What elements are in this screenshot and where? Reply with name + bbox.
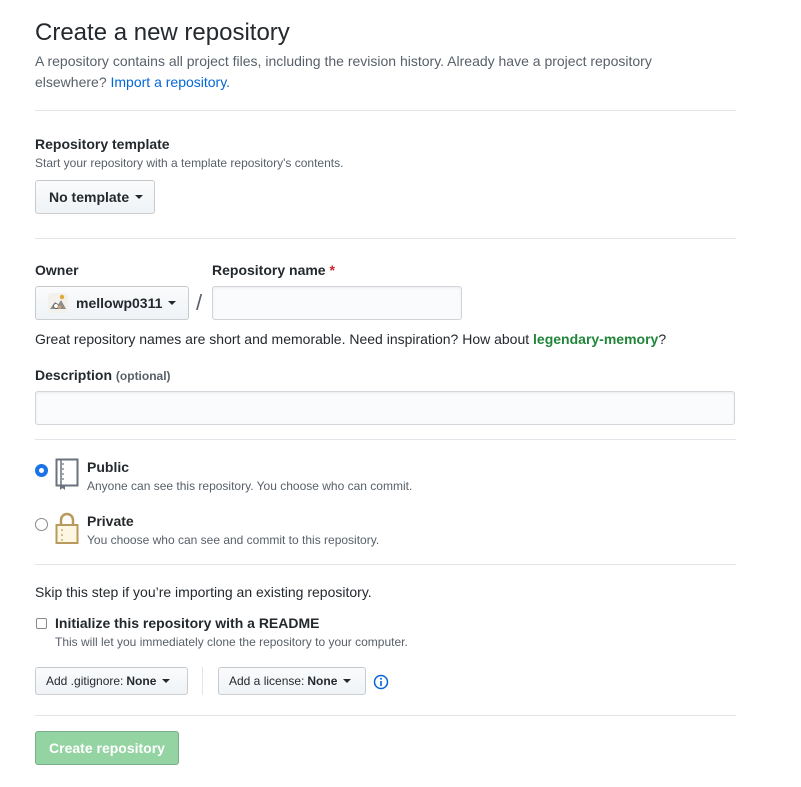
avatar-icon (48, 293, 68, 313)
template-button-label: No template (49, 189, 130, 205)
readme-checkbox[interactable] (36, 618, 47, 629)
description-label-text: Description (35, 367, 113, 383)
description-label: Description (optional) (35, 367, 171, 383)
divider (35, 110, 736, 111)
readme-note: This will let you immediately clone the … (55, 635, 408, 649)
required-mark: * (329, 262, 335, 278)
license-dropdown-button[interactable]: Add a license: None (218, 667, 366, 695)
create-repository-button[interactable]: Create repository (35, 731, 179, 765)
private-radio[interactable] (35, 518, 48, 531)
template-label: Repository template (35, 136, 170, 152)
repository-name-label: Repository name * (212, 262, 335, 278)
chevron-down-icon (162, 679, 171, 683)
gitignore-dropdown-button[interactable]: Add .gitignore: None (35, 667, 188, 695)
chevron-down-icon (135, 195, 144, 199)
import-repository-link[interactable]: Import a repository. (111, 74, 231, 90)
repo-book-icon (55, 458, 79, 490)
public-radio[interactable] (35, 464, 48, 477)
divider (35, 439, 736, 440)
template-note: Start your repository with a template re… (35, 156, 344, 170)
divider (35, 564, 736, 565)
owner-name: mellowp0311 (76, 295, 163, 311)
divider (35, 238, 736, 239)
owner-repo-separator: / (196, 290, 203, 315)
chevron-down-icon (343, 679, 352, 683)
public-label: Public (87, 459, 130, 475)
private-label: Private (87, 513, 134, 529)
license-label: Add a license: (229, 674, 305, 688)
gitignore-value: None (126, 674, 157, 688)
info-icon[interactable] (373, 674, 389, 690)
public-note: Anyone can see this repository. You choo… (87, 479, 413, 493)
owner-dropdown-button[interactable]: mellowp0311 (35, 286, 189, 320)
page-title: Create a new repository (35, 19, 290, 46)
readme-label: Initialize this repository with a README (55, 615, 320, 631)
private-note: You choose who can see and commit to thi… (87, 533, 380, 547)
button-divider (202, 667, 203, 695)
page-subtitle: A repository contains all project files,… (35, 51, 725, 93)
repository-name-input[interactable] (212, 286, 462, 320)
repository-name-hint: Great repository names are short and mem… (35, 331, 666, 347)
chevron-down-icon (168, 301, 177, 305)
description-input[interactable] (35, 391, 735, 425)
hint-text: Great repository names are short and mem… (35, 331, 530, 347)
skip-note: Skip this step if you’re importing an ex… (35, 584, 372, 600)
owner-label: Owner (35, 262, 79, 278)
hint-suffix: ? (658, 331, 667, 347)
gitignore-label: Add .gitignore: (46, 674, 124, 688)
divider (35, 715, 736, 716)
lock-icon (55, 512, 79, 544)
license-value: None (307, 674, 338, 688)
repository-name-label-text: Repository name (212, 262, 326, 278)
template-dropdown-button[interactable]: No template (35, 180, 155, 214)
optional-note: (optional) (115, 369, 171, 383)
suggested-name-link[interactable]: legendary-memory (533, 331, 658, 347)
